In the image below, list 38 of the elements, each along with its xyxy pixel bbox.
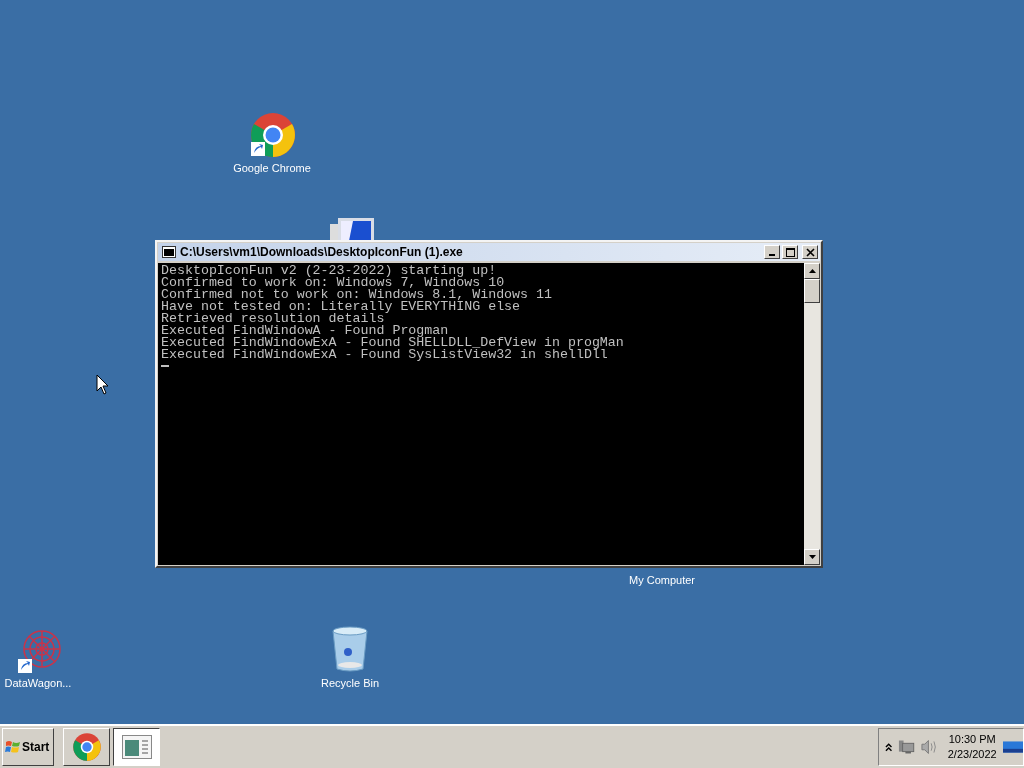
console-line: Retrieved resolution details (161, 313, 385, 325)
maximize-icon (785, 247, 795, 257)
icon-label[interactable]: My Computer (612, 573, 712, 587)
close-button[interactable] (802, 245, 818, 259)
network-icon[interactable] (898, 739, 916, 755)
chevron-icon[interactable] (885, 742, 893, 752)
console-taskbar-button[interactable] (113, 728, 160, 766)
console-line: Executed FindWindowA - Found Progman (161, 325, 449, 337)
minimize-button[interactable] (764, 245, 780, 259)
chrome-taskbar-button[interactable] (63, 728, 110, 766)
scroll-up-icon[interactable] (804, 263, 820, 279)
icon-label[interactable]: Recycle Bin (300, 676, 400, 690)
console-line: DesktopIconFun v2 (2-23-2022) starting up! (161, 265, 497, 277)
console-line: Have not tested on: Literally EVERYTHING else (161, 301, 522, 313)
window-title: C:\Users\vm1\Downloads\DesktopIconFun (1).exe (180, 245, 463, 259)
console-line: Confirmed not to work on: Windows 8.1, Windows 11 (161, 289, 553, 301)
clock-time[interactable]: 10:30 PM (948, 732, 996, 747)
icon-label[interactable]: Google Chrome (222, 161, 322, 175)
recycle-bin-icon[interactable] (330, 625, 370, 673)
maximize-button[interactable] (782, 245, 798, 259)
close-icon (805, 247, 815, 257)
console-line: Confirmed to work on: Windows 7, Windows 10 (161, 277, 505, 289)
datawagon-shortcut-icon[interactable] (16, 627, 64, 675)
show-desktop-icon[interactable] (1002, 739, 1023, 755)
clock-date[interactable]: 2/23/2022 (947, 747, 997, 762)
chrome-shortcut-icon[interactable] (249, 112, 297, 160)
console-line: Executed FindWindowExA - Found SysListView32 in shellDll (161, 349, 608, 361)
windows-logo-icon (5, 740, 21, 754)
mouse-cursor-icon (96, 374, 110, 396)
scrollbar[interactable] (804, 263, 820, 565)
console-icon (162, 246, 176, 258)
scroll-thumb[interactable] (804, 279, 820, 303)
start-button[interactable]: Start (2, 728, 54, 766)
icon-label[interactable]: DataWagon... (0, 676, 76, 690)
text-cursor (161, 365, 169, 367)
computer-icon[interactable] (328, 216, 376, 240)
console-line: Executed FindWindowExA - Found SHELLDLL_DefView in progMan (161, 337, 625, 349)
scroll-down-icon[interactable] (804, 549, 820, 565)
